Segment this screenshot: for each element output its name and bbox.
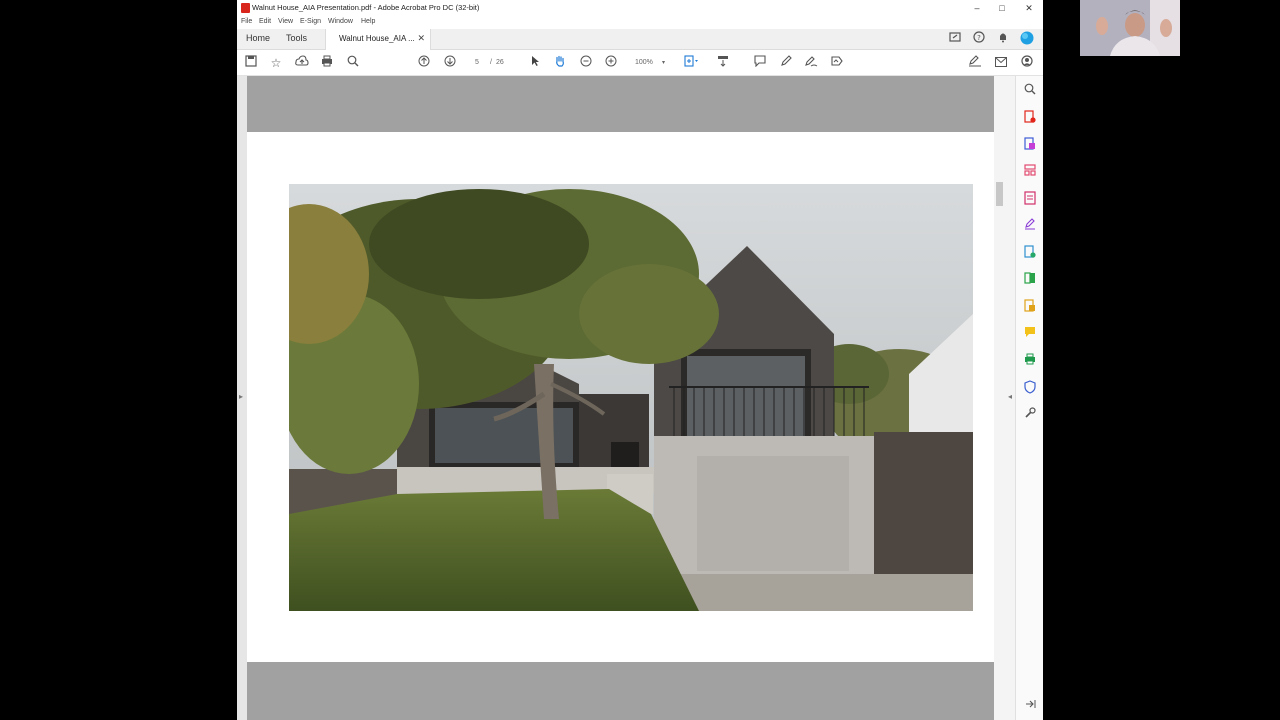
zoom-out-icon[interactable] [578, 55, 594, 71]
collapse-right-pane-icon[interactable]: ◂ [1008, 392, 1012, 401]
cloud-upload-icon[interactable] [294, 55, 310, 71]
save-icon[interactable] [243, 55, 259, 71]
menu-esign[interactable]: E-Sign [300, 18, 321, 25]
close-tab-icon[interactable]: ✕ [417, 33, 425, 44]
main-toolbar: ☆ 5 / 26 100% ▾ [237, 50, 1043, 76]
zoom-level-select[interactable]: 100% [635, 59, 653, 66]
print-production-icon[interactable] [1023, 353, 1037, 367]
combine-files-icon[interactable] [1023, 299, 1037, 313]
menu-file[interactable]: File [241, 18, 252, 25]
share-screen-icon[interactable] [948, 31, 962, 45]
mail-icon[interactable] [993, 55, 1009, 71]
tab-home[interactable]: Home [246, 33, 270, 43]
draw-icon[interactable] [803, 55, 819, 71]
maximize-button[interactable]: □ [995, 2, 1009, 14]
account-icon[interactable] [1019, 55, 1035, 71]
zoom-search-icon[interactable] [1023, 83, 1037, 97]
pen-icon[interactable] [778, 55, 794, 71]
tools-pane [1015, 76, 1043, 720]
title-bar: Walnut House_AIA Presentation.pdf - Adob… [237, 0, 1043, 16]
more-tools-icon[interactable] [1023, 407, 1037, 421]
close-window-button[interactable]: ✕ [1022, 2, 1036, 14]
menu-help[interactable]: Help [361, 18, 375, 25]
pdf-page [247, 76, 995, 720]
menu-edit[interactable]: Edit [259, 18, 271, 25]
window-title: Walnut House_AIA Presentation.pdf - Adob… [252, 3, 480, 12]
comment-tool-icon[interactable] [1023, 326, 1037, 340]
search-icon[interactable] [345, 55, 361, 71]
collapse-tools-pane-icon[interactable] [1023, 698, 1037, 712]
collapse-left-pane-icon[interactable]: ▸ [239, 392, 243, 401]
chevron-down-icon[interactable]: ▾ [662, 59, 665, 66]
acrobat-app-icon [241, 3, 250, 13]
pointer-icon[interactable] [527, 55, 543, 71]
edit-pdf-icon[interactable] [1023, 191, 1037, 205]
fill-and-sign-icon[interactable] [1023, 218, 1037, 232]
protect-shield-icon[interactable] [1023, 380, 1037, 394]
page-separator: / [490, 59, 492, 66]
compare-files-icon[interactable] [1023, 272, 1037, 286]
scrollbar-thumb[interactable] [996, 182, 1003, 206]
document-viewport[interactable] [237, 76, 998, 720]
help-icon[interactable]: ? [972, 31, 986, 45]
arrow-down-icon[interactable] [442, 55, 458, 71]
profile-avatar-icon[interactable] [1020, 31, 1034, 45]
total-pages: 26 [496, 59, 504, 66]
create-pdf-icon[interactable] [1023, 137, 1037, 151]
menu-bar: File Edit View E-Sign Window Help [237, 16, 1043, 29]
zoom-in-icon[interactable] [603, 55, 619, 71]
fit-page-icon[interactable] [683, 55, 699, 71]
organize-pages-icon[interactable] [1023, 164, 1037, 178]
document-tab-label: Walnut House_AIA ... [339, 34, 415, 43]
scroll-mode-icon[interactable] [715, 55, 731, 71]
arrow-up-icon[interactable] [416, 55, 432, 71]
page-bottom-band [247, 662, 995, 720]
tab-document[interactable]: Walnut House_AIA ... ✕ [325, 29, 431, 50]
acrobat-window: Walnut House_AIA Presentation.pdf - Adob… [237, 0, 1043, 720]
minimize-button[interactable]: – [970, 2, 984, 14]
menu-window[interactable]: Window [328, 18, 353, 25]
star-icon[interactable]: ☆ [268, 55, 284, 71]
export-pdf-icon[interactable] [1023, 110, 1037, 124]
svg-text:?: ? [977, 34, 981, 42]
print-icon[interactable] [319, 55, 335, 71]
menu-view[interactable]: View [278, 18, 293, 25]
bell-icon[interactable] [996, 31, 1010, 45]
walnut-house-photo [289, 184, 973, 611]
current-page-input[interactable]: 5 [475, 59, 479, 66]
comment-icon[interactable] [752, 55, 768, 71]
page-top-band [247, 76, 995, 132]
hand-icon[interactable] [552, 55, 568, 71]
sign-icon[interactable] [829, 55, 845, 71]
fill-sign-icon[interactable] [967, 55, 983, 71]
vertical-scrollbar[interactable] [994, 76, 1004, 720]
webcam-preview [1080, 0, 1180, 56]
send-for-signature-icon[interactable] [1023, 245, 1037, 259]
tab-tools[interactable]: Tools [286, 33, 307, 43]
